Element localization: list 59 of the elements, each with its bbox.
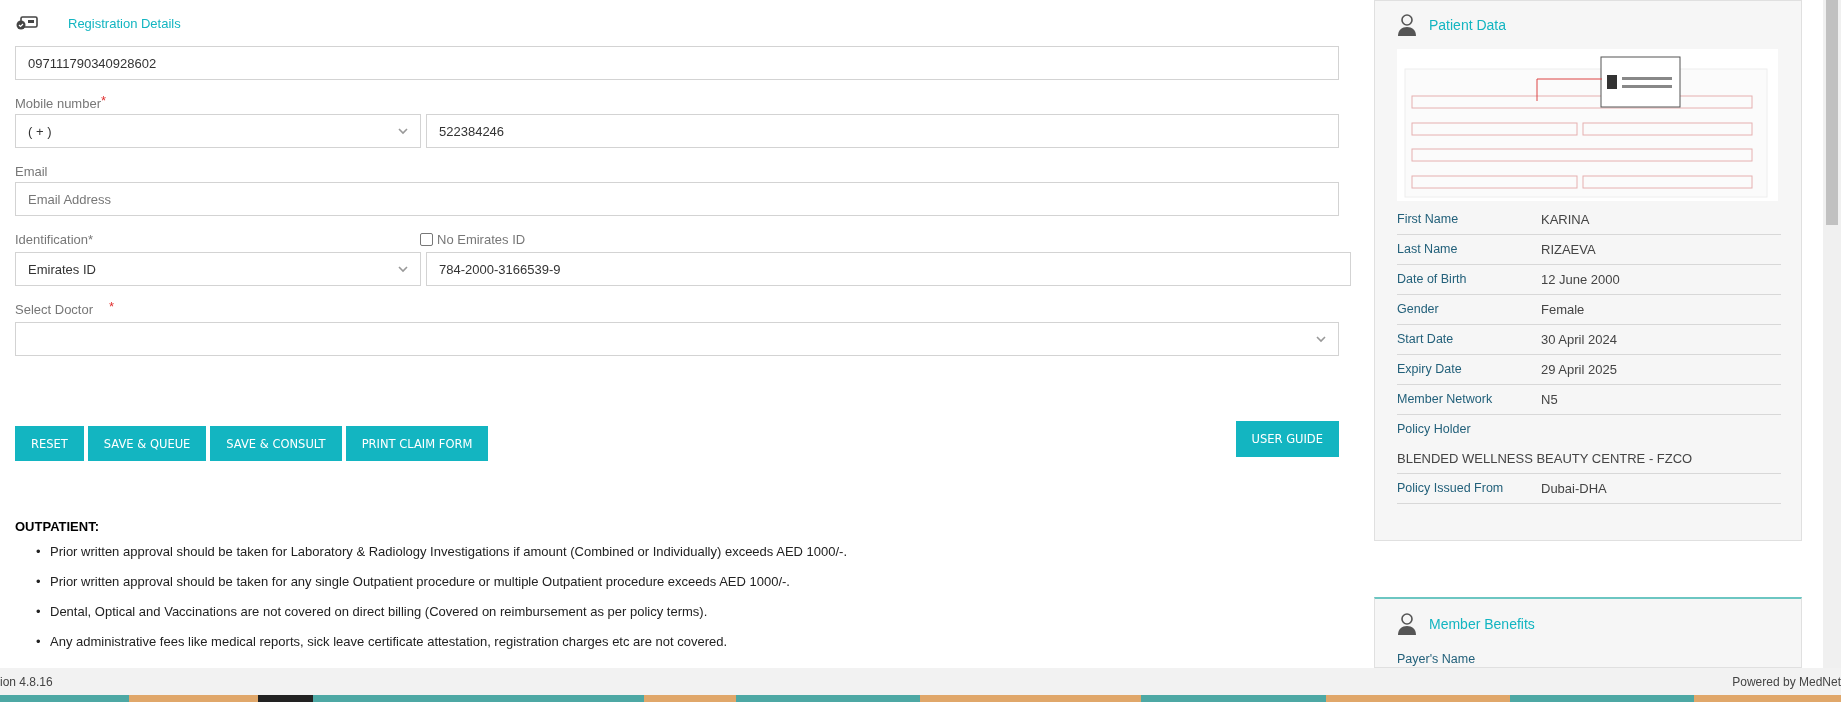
powered-by-text: Powered by MedNet: [1732, 674, 1841, 689]
field-value: 12 June 2000: [1541, 271, 1620, 289]
id-card-icon: [16, 16, 38, 30]
mobile-number-field[interactable]: 522384246: [426, 114, 1339, 148]
user-icon: [1397, 14, 1417, 36]
panel-title: Member Benefits: [1429, 616, 1535, 632]
field-label: Select Doctor: [15, 302, 94, 317]
field-label: Policy Holder: [1397, 421, 1472, 438]
field-value: Female: [1541, 301, 1585, 319]
field-label: Member Network: [1397, 391, 1494, 408]
note-item: Any administrative fees like medical reports, sick leave certificate attestation, registration charges etc are not covered.: [50, 634, 728, 650]
field-label: Start Date: [1397, 331, 1455, 348]
note-item: Prior written approval should be taken for Laboratory & Radiology Investigations if amount (Combined or Individually) exceeds AED 1000/-.: [50, 544, 848, 560]
bullet: •: [36, 634, 42, 650]
scrollbar[interactable]: [1823, 0, 1841, 668]
field-label: First Name: [1397, 211, 1460, 228]
no-emirates-id-checkbox[interactable]: No Emirates ID: [420, 232, 526, 247]
field-value: N5: [1541, 391, 1558, 409]
field-value: Dubai-DHA: [1541, 480, 1607, 498]
bullet: •: [36, 544, 42, 560]
action-button[interactable]: SAVE & CONSULT: [210, 426, 342, 461]
field-value: 29 April 2025: [1541, 361, 1617, 379]
note-item: Dental, Optical and Vaccinations are not covered on direct billing (Covered on reimbursement as per policy terms).: [50, 604, 708, 620]
field-label: Identification*: [15, 232, 95, 247]
field-value: BLENDED WELLNESS BEAUTY CENTRE - FZCO: [1397, 450, 1693, 468]
bullet: •: [36, 604, 42, 620]
required-mark: *: [101, 93, 107, 108]
notes-title: OUTPATIENT:: [15, 519, 100, 534]
section-title: Registration Details: [68, 15, 181, 31]
user-icon: [1397, 613, 1417, 635]
field-label: Policy Issued From: [1397, 480, 1505, 497]
card-number-field[interactable]: 097111790340928602: [15, 46, 1339, 80]
field-label: Mobile number: [15, 96, 101, 111]
field-label: Date of Birth: [1397, 271, 1468, 288]
id-type-select[interactable]: Emirates ID: [15, 252, 421, 286]
email-field[interactable]: Email Address: [15, 182, 1339, 216]
action-button[interactable]: SAVE & QUEUE: [87, 426, 207, 461]
field-value: KARINA: [1541, 211, 1590, 229]
id-number-field[interactable]: 784-2000-3166539-9: [426, 252, 1351, 286]
action-button[interactable]: RESET: [15, 426, 84, 461]
country-code-select[interactable]: ( + ): [15, 114, 421, 148]
field-label: Expiry Date: [1397, 361, 1463, 378]
chevron-icon: [398, 127, 408, 135]
doctor-select[interactable]: [15, 322, 1339, 356]
field-label: Gender: [1397, 301, 1440, 318]
user-guide-button[interactable]: USER GUIDE: [1235, 420, 1339, 457]
field-value: RIZAEVA: [1541, 241, 1596, 259]
panel-title: Patient Data: [1429, 17, 1507, 33]
chevron-icon: [398, 265, 408, 273]
field-label: Last Name: [1397, 241, 1459, 258]
required-mark: *: [109, 299, 115, 314]
action-button[interactable]: PRINT CLAIM FORM: [345, 426, 489, 461]
chevron-icon: [1316, 335, 1326, 343]
note-item: Prior written approval should be taken for any single Outpatient procedure or multiple Outpatient procedure exceeds AED 1000/-.: [50, 574, 790, 590]
version-text: ion 4.8.16: [0, 674, 53, 689]
field-label: Payer's Name: [1397, 652, 1476, 666]
field-value: 30 April 2024: [1541, 331, 1617, 349]
field-label: Email: [15, 164, 48, 179]
bullet: •: [36, 574, 42, 590]
